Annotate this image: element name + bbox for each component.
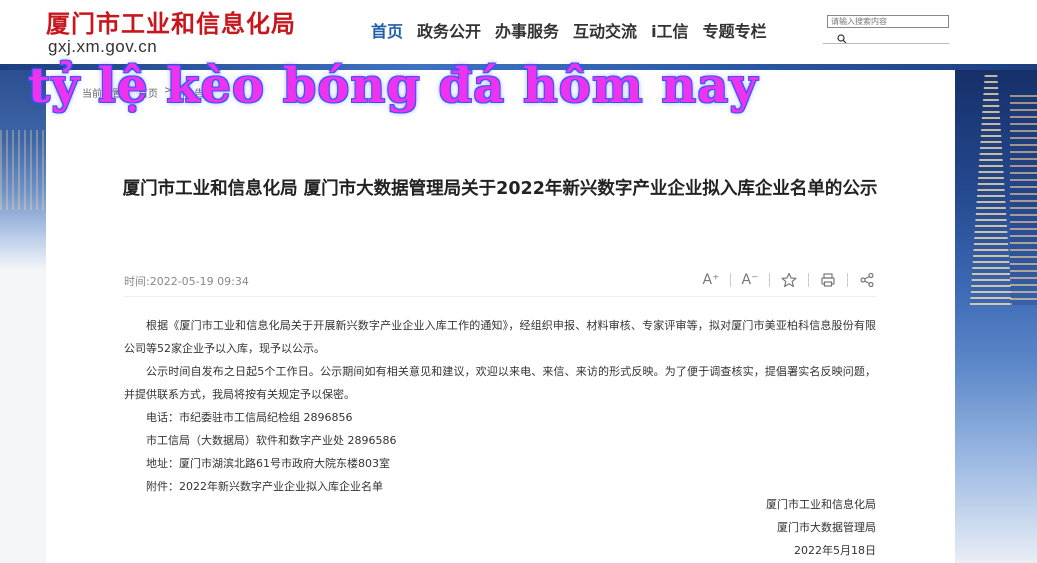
tool-divider bbox=[769, 273, 770, 287]
nav-interaction[interactable]: 互动交流 bbox=[573, 18, 637, 42]
nav-i-gongxin[interactable]: i工信 bbox=[651, 18, 689, 42]
font-increase-button[interactable]: A⁺ bbox=[700, 269, 722, 291]
share-icon[interactable] bbox=[856, 269, 878, 291]
search-input[interactable] bbox=[827, 15, 949, 28]
print-icon[interactable] bbox=[817, 269, 839, 291]
tool-divider bbox=[847, 273, 848, 287]
article-tools: A⁺ A⁻ bbox=[700, 269, 878, 291]
tool-divider bbox=[808, 273, 809, 287]
site-title[interactable]: 厦门市工业和信息化局 bbox=[46, 4, 296, 39]
overlay-banner-text: tỷ lệ kèo bóng đá hôm nay bbox=[28, 58, 759, 114]
signature-org-2: 厦门市大数据管理局 bbox=[777, 521, 876, 534]
site-domain: gxj.xm.gov.cn bbox=[48, 37, 158, 56]
publish-time: 时间:2022-05-19 09:34 bbox=[124, 275, 249, 288]
nav-special-topics[interactable]: 专题专栏 bbox=[703, 18, 767, 42]
signature-org-1: 厦门市工业和信息化局 bbox=[766, 498, 876, 511]
font-decrease-button[interactable]: A⁻ bbox=[739, 269, 761, 291]
site-header: 厦门市工业和信息化局 gxj.xm.gov.cn 首页 政务公开 办事服务 互动… bbox=[0, 0, 1037, 64]
nav-public-affairs[interactable]: 政务公开 bbox=[417, 18, 481, 42]
tower-image-secondary bbox=[1010, 95, 1037, 305]
main-nav: 首页 政务公开 办事服务 互动交流 i工信 专题专栏 bbox=[371, 18, 767, 42]
article-title: 厦门市工业和信息化局 厦门市大数据管理局关于2022年新兴数字产业企业拟入库企业… bbox=[122, 179, 878, 199]
tool-divider bbox=[730, 273, 731, 287]
contact-address: 地址：厦门市湖滨北路61号市政府大院东楼803室 bbox=[146, 457, 390, 470]
favorite-star-icon[interactable] bbox=[778, 269, 800, 291]
contact-department: 市工信局（大数据局）软件和数字产业处 2896586 bbox=[146, 434, 397, 447]
signature-date: 2022年5月18日 bbox=[794, 544, 876, 557]
article-body: 根据《厦门市工业和信息化局关于开展新兴数字产业企业入库工作的通知》，经组织申报、… bbox=[124, 314, 876, 498]
article-paragraph: 根据《厦门市工业和信息化局关于开展新兴数字产业企业入库工作的通知》，经组织申报、… bbox=[124, 319, 876, 355]
signature-block: 厦门市工业和信息化局 厦门市大数据管理局 2022年5月18日 bbox=[600, 493, 876, 562]
contact-phone: 电话：市纪委驻市工信局纪检组 2896856 bbox=[146, 411, 353, 424]
nav-services[interactable]: 办事服务 bbox=[495, 18, 559, 42]
article-paragraph: 公示时间自发布之日起5个工作日。公示期间如有相关意见和建议，欢迎以来电、来信、来… bbox=[124, 365, 876, 401]
search-box bbox=[823, 13, 949, 44]
nav-home[interactable]: 首页 bbox=[371, 18, 403, 42]
search-underline bbox=[823, 43, 949, 44]
title-divider bbox=[124, 296, 876, 297]
